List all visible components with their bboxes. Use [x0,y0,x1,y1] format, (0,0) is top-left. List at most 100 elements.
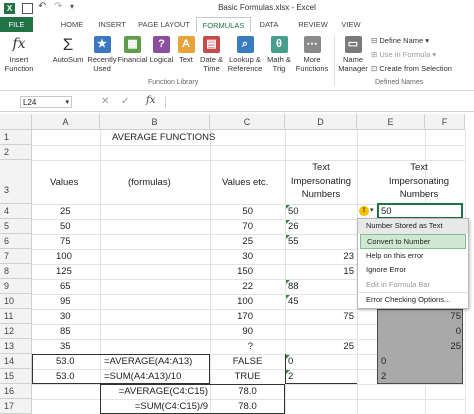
cell-a6[interactable]: 75 [60,236,71,247]
cell-d8[interactable]: 15 [285,266,354,277]
cell-e14[interactable]: 0 [381,356,386,367]
cell-a13[interactable]: 35 [60,341,71,352]
text-button[interactable]: A Text [176,36,196,64]
cancel-icon[interactable]: ✕ [101,96,109,107]
autosum-button[interactable]: Σ AutoSum [50,36,86,64]
create-from-selection-button[interactable]: ⊡ Create from Selection [371,64,452,73]
cell-d13[interactable]: 25 [285,341,354,352]
cell-e15[interactable]: 2 [381,371,386,382]
recently-used-button[interactable]: ★ Recently Used [86,36,118,73]
cell-a12[interactable]: 85 [60,326,71,337]
cell-f13[interactable]: 25 [425,341,461,352]
cell-d5[interactable]: 26 [288,221,299,232]
cell-c6[interactable]: 25 [210,236,253,247]
more-functions-button[interactable]: ⋯ More Functions [294,36,330,73]
tab-home[interactable]: HOME [53,17,91,32]
column-header-b[interactable]: B [100,114,210,130]
cell-a4[interactable]: 25 [60,206,71,217]
insert-function-button[interactable]: 𝑓x Insert Function [4,36,34,73]
define-name-button[interactable]: ⊟ Define Name ▾ [371,36,429,45]
row-header-16[interactable]: 16 [0,384,32,399]
column-header-c[interactable]: C [210,114,285,130]
tab-file[interactable]: FILE [0,17,33,32]
row-header-6[interactable]: 6 [0,234,32,249]
menu-item-ignore-error[interactable]: Ignore Error [358,263,468,278]
error-warning-icon[interactable]: ! [359,206,369,216]
row-header-15[interactable]: 15 [0,369,32,384]
cell-d9[interactable]: 88 [288,281,299,292]
cell-b17[interactable]: =SUM(C4:C15)/9 [100,401,208,412]
cell-c4[interactable]: 50 [210,206,253,217]
cell-a11[interactable]: 30 [60,311,71,322]
row-header-2[interactable]: 2 [0,145,32,160]
cell-c10[interactable]: 100 [210,296,253,307]
cell-d6[interactable]: 55 [288,236,299,247]
cell-c8[interactable]: 150 [210,266,253,277]
row-header-4[interactable]: 4 [0,204,32,219]
row-header-5[interactable]: 5 [0,219,32,234]
menu-item-help-on-error[interactable]: Help on this error [358,249,468,264]
row-header-14[interactable]: 14 [0,354,32,369]
row-header-8[interactable]: 8 [0,264,32,279]
cell-b14[interactable]: =AVERAGE(A4:A13) [104,356,192,367]
date-time-button[interactable]: ▤ Date & Time [198,36,225,73]
row-header-13[interactable]: 13 [0,339,32,354]
column-header-a[interactable]: A [32,114,100,130]
lookup-reference-button[interactable]: ⌕ Lookup & Reference [226,36,264,73]
row-header-11[interactable]: 11 [0,309,32,324]
cell-c5[interactable]: 70 [210,221,253,232]
tab-view[interactable]: VIEW [335,17,367,32]
cell-a9[interactable]: 65 [60,281,71,292]
row-header-1[interactable]: 1 [0,130,32,145]
cell-c12[interactable]: 90 [210,326,253,337]
formula-input[interactable] [165,96,471,108]
math-trig-button[interactable]: θ Math & Trig [265,36,293,73]
cell-b16[interactable]: =AVERAGE(C4:C15) [100,386,208,397]
row-header-7[interactable]: 7 [0,249,32,264]
name-manager-button[interactable]: ▭ Name Manager [337,36,369,73]
cell-e4[interactable]: 50 [381,206,392,217]
cell-c9[interactable]: 22 [210,281,253,292]
menu-item-error-checking-options[interactable]: Error Checking Options... [358,292,468,308]
cell-a10[interactable]: 95 [60,296,71,307]
cell-c15[interactable]: TRUE [210,371,285,382]
row-header-9[interactable]: 9 [0,279,32,294]
cell-a8[interactable]: 125 [56,266,72,277]
enter-icon[interactable]: ✓ [121,96,129,107]
tab-review[interactable]: REVIEW [292,17,334,32]
financial-button[interactable]: ▦ Financial [117,36,148,64]
cell-c14[interactable]: FALSE [210,356,285,367]
cell-d10[interactable]: 45 [288,296,299,307]
cell-c13[interactable]: ? [210,341,253,352]
tab-insert[interactable]: INSERT [93,17,131,32]
column-header-e[interactable]: E [357,114,425,130]
cell-d4[interactable]: 50 [288,206,299,217]
cell-c17[interactable]: 78.0 [210,401,285,412]
cell-d11[interactable]: 75 [285,311,354,322]
cell-d15[interactable]: 2 [288,371,293,382]
cell-d7[interactable]: 23 [285,251,354,262]
row-header-17[interactable]: 17 [0,399,32,414]
cell-c16[interactable]: 78.0 [210,386,285,397]
use-in-formula-button[interactable]: ⊞ Use in Formula ▾ [371,50,436,59]
row-header-12[interactable]: 12 [0,324,32,339]
row-header-3[interactable]: 3 [0,160,32,204]
error-dropdown-chevron-icon[interactable]: ▾ [370,206,374,214]
cell-a14[interactable]: 53.0 [56,356,75,367]
cell-d14[interactable]: 0 [288,356,293,367]
insert-function-icon[interactable]: fx [146,95,155,106]
cell-c11[interactable]: 170 [210,311,253,322]
select-all-corner[interactable] [0,114,32,130]
cell-b15[interactable]: =SUM(A4:A13)/10 [104,371,181,382]
menu-item-convert-to-number[interactable]: Convert to Number [360,233,466,249]
row-header-10[interactable]: 10 [0,294,32,309]
cell-a15[interactable]: 53.0 [56,371,75,382]
cell-a7[interactable]: 100 [56,251,72,262]
name-box[interactable]: L24 ▾ [20,96,72,108]
column-header-f[interactable]: F [425,114,465,130]
menu-item-edit-in-formula-bar[interactable]: Edit in Formula Bar [358,278,468,293]
cell-f11[interactable]: 75 [425,311,461,322]
cell-c7[interactable]: 30 [210,251,253,262]
cell-a5[interactable]: 50 [60,221,71,232]
cell-f12[interactable]: 0 [425,326,461,337]
